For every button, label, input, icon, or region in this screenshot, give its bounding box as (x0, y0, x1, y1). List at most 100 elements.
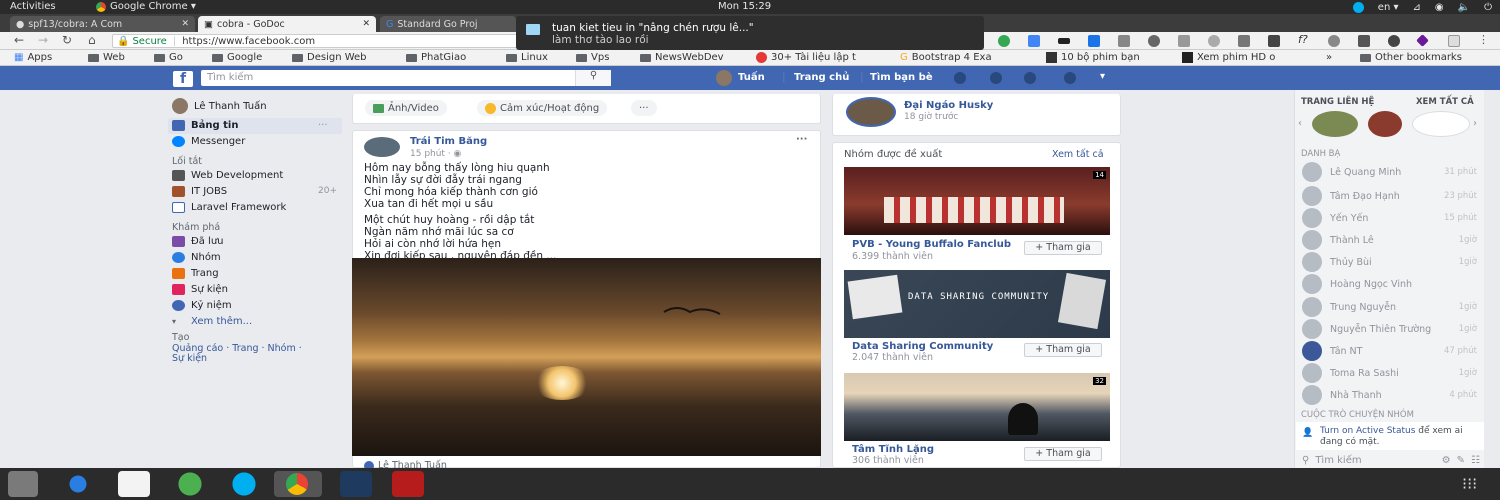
extension-icon[interactable] (1118, 35, 1130, 47)
volume-icon[interactable]: 🔈 (1458, 2, 1470, 13)
bookmark-folder[interactable]: Linux (506, 52, 548, 63)
app-menu[interactable]: Google Chrome ▾ (96, 1, 196, 12)
chevron-down-icon[interactable]: ▾ (1100, 71, 1105, 82)
friend-requests-icon[interactable] (954, 72, 966, 84)
bookmark-link[interactable]: G Bootstrap 4 Exa (900, 52, 992, 63)
nav-profile[interactable]: Tuấn (738, 72, 765, 83)
post-photo[interactable] (352, 258, 821, 456)
bookmark-folder[interactable]: Google (212, 52, 262, 63)
sidebar-item-memories[interactable]: Kỷ niệm (172, 300, 232, 311)
nav-find-friends[interactable]: Tìm bạn bè (870, 72, 933, 83)
power-icon[interactable]: ⏻ (1484, 2, 1492, 13)
bookmark-folder[interactable]: Web (88, 52, 125, 63)
page-avatar[interactable] (1368, 111, 1402, 137)
contact-item[interactable]: Lê Quang Minh 31 phút (1302, 162, 1477, 182)
contact-item[interactable]: Thành Lê 1giờ (1302, 230, 1477, 250)
sidebar-profile[interactable]: Lê Thanh Tuấn (172, 98, 267, 114)
extension-icon[interactable] (1208, 35, 1220, 47)
bookmark-folder[interactable]: Vps (576, 52, 609, 63)
contact-item[interactable]: Thủy Bùi 1giờ (1302, 252, 1477, 272)
ide-app-icon[interactable] (340, 471, 372, 497)
extension-icon[interactable] (1088, 35, 1100, 47)
sidebar-item-news-feed[interactable]: Bảng tin (172, 120, 238, 131)
gear-icon[interactable]: ⚙ (1442, 455, 1451, 466)
forward-icon[interactable]: → (38, 33, 48, 47)
group-chat-icon[interactable]: ☷ (1471, 455, 1480, 466)
extension-icon[interactable] (1178, 35, 1190, 47)
page-avatar[interactable] (1312, 111, 1358, 137)
network-icon[interactable]: ◉ (1435, 2, 1444, 13)
menu-icon[interactable]: ⋮ (1478, 33, 1489, 46)
avatar[interactable] (364, 137, 400, 157)
group-name[interactable]: Tâm Tĩnh Lặng (852, 444, 934, 455)
close-icon[interactable]: ✕ (362, 19, 370, 29)
extension-icon[interactable] (1148, 35, 1160, 47)
home-icon[interactable]: ⌂ (88, 33, 96, 47)
group-banner[interactable]: 14 (844, 167, 1110, 235)
translate-icon[interactable] (1028, 35, 1040, 47)
chrome-app-icon[interactable] (274, 471, 322, 497)
compose-icon[interactable]: ✎ (1457, 455, 1465, 466)
help-icon[interactable] (1064, 72, 1076, 84)
group-name[interactable]: Data Sharing Community (852, 341, 993, 352)
contact-item[interactable]: Nhà Thanh 4 phút (1302, 385, 1477, 405)
extension-icon[interactable] (1058, 38, 1070, 44)
contact-item[interactable]: Tâm Đạo Hạnh 23 phút (1302, 186, 1477, 206)
tab-cobra-godoc[interactable]: ▣ cobra - GoDoc ✕ (198, 16, 376, 32)
bookmark-folder[interactable]: Design Web (292, 52, 367, 63)
avatar[interactable] (716, 70, 732, 86)
skype-tray-icon[interactable] (1352, 1, 1364, 13)
activities-button[interactable]: Activities (10, 1, 56, 12)
sidebar-item-laravel[interactable]: Laravel Framework (172, 202, 286, 213)
page-avatar[interactable] (1412, 111, 1470, 137)
presentation-app-icon[interactable] (392, 471, 424, 497)
desktop-notification[interactable]: tuan kiet tieu in "nâng chén rượu lê..."… (516, 16, 984, 50)
facebook-search-input[interactable]: Tìm kiếm ⚲ (201, 70, 611, 86)
contact-item[interactable]: Hoàng Ngọc Vinh (1302, 274, 1477, 294)
nav-home[interactable]: Trang chủ (794, 72, 849, 83)
notifications-icon[interactable] (1024, 72, 1036, 84)
extension-icon[interactable] (1388, 35, 1400, 47)
extension-icon[interactable] (998, 35, 1010, 47)
contact-item[interactable]: Toma Ra Sashi 1giờ (1302, 363, 1477, 383)
chevron-left-icon[interactable]: ‹ (1298, 118, 1302, 129)
contact-item[interactable]: Nguyễn Thiên Trường 1giờ (1302, 319, 1477, 339)
sidebar-item-web-development[interactable]: Web Development (172, 170, 283, 181)
extension-icon[interactable] (1268, 35, 1280, 47)
group-banner[interactable]: DATA SHARING COMMUNITY (844, 270, 1110, 338)
extension-icon[interactable] (1238, 35, 1250, 47)
extension-icon[interactable] (1358, 35, 1370, 47)
chevron-right-icon[interactable]: › (1473, 118, 1477, 129)
see-more-link[interactable]: ▾ Xem thêm... (172, 316, 252, 327)
reload-icon[interactable]: ↻ (62, 33, 72, 47)
extension-icon[interactable] (1448, 35, 1460, 47)
extension-icon[interactable] (1416, 34, 1429, 47)
photo-video-button[interactable]: Ảnh/Video (365, 100, 447, 116)
group-name[interactable]: PVB - Young Buffalo Fanclub (852, 239, 1011, 250)
tab-standard-go[interactable]: G Standard Go Proj (380, 16, 516, 32)
sidebar-item-messenger[interactable]: Messenger (172, 136, 245, 147)
group-banner[interactable]: 32 (844, 373, 1110, 441)
bookmark-link[interactable]: 10 bộ phim bạn (1046, 52, 1140, 63)
post-time[interactable]: 15 phút · ◉ (410, 149, 461, 159)
post-options-icon[interactable]: ··· (796, 134, 807, 145)
contact-item[interactable]: Yến Yến 15 phút (1302, 208, 1477, 228)
files-app-icon[interactable] (8, 471, 38, 497)
tab-cobra-github[interactable]: ● spf13/cobra: A Com ✕ (10, 16, 195, 32)
see-all-link[interactable]: XEM TẤT CẢ (1416, 97, 1474, 107)
more-options-icon[interactable]: ··· (318, 120, 328, 131)
post-author[interactable]: Trái Tim Băng (410, 136, 487, 147)
story-name[interactable]: Đại Ngáo Husky (904, 100, 993, 111)
more-button[interactable]: ··· (631, 100, 657, 116)
bookmark-folder[interactable]: NewsWebDev (640, 52, 724, 63)
tray-icon[interactable]: ⊿ (1413, 2, 1421, 13)
show-apps-icon[interactable]: ⁝⁝⁝ (1462, 474, 1477, 493)
slack-app-icon[interactable] (118, 471, 150, 497)
thunderbird-app-icon[interactable] (62, 471, 94, 497)
contact-item[interactable]: Trung Nguyễn 1giờ (1302, 297, 1477, 317)
sidebar-item-events[interactable]: Sự kiện (172, 284, 228, 295)
chat-search-input[interactable]: ⚲ Tìm kiếm ⚙ ✎ ☷ (1296, 452, 1484, 468)
clock[interactable]: Mon 15:29 (718, 1, 771, 12)
bookmark-folder[interactable]: PhatGiao (406, 52, 466, 63)
skype-app-icon[interactable] (228, 471, 260, 497)
